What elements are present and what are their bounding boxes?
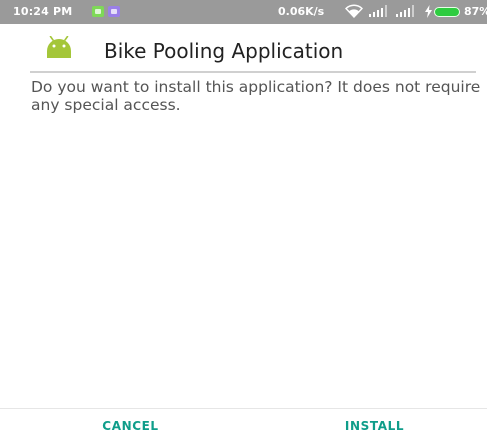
install-message: Do you want to install this application?… [31,78,481,114]
wifi-icon [345,4,363,18]
battery-percent: 87% [464,5,487,18]
cancel-button[interactable]: CANCEL [9,409,252,435]
battery-icon [434,7,460,17]
android-icon [47,36,71,58]
app-header: Bike Pooling Application [0,24,487,72]
action-bar: CANCEL INSTALL [0,408,487,435]
title-divider [30,71,476,73]
install-button[interactable]: INSTALL [253,409,487,435]
status-bar: 10:24 PM 0.06K/s 87% [0,0,487,24]
cell-signal-icon [396,5,414,17]
charging-icon [425,5,432,18]
app-title: Bike Pooling Application [104,39,344,63]
network-speed: 0.06K/s [278,5,325,18]
app-notification-purple-icon [108,6,120,17]
cell-signal-icon [369,5,387,17]
install-screen: 10:24 PM 0.06K/s 87% [0,0,487,435]
status-time: 10:24 PM [13,5,73,18]
app-notification-green-icon [92,6,104,17]
